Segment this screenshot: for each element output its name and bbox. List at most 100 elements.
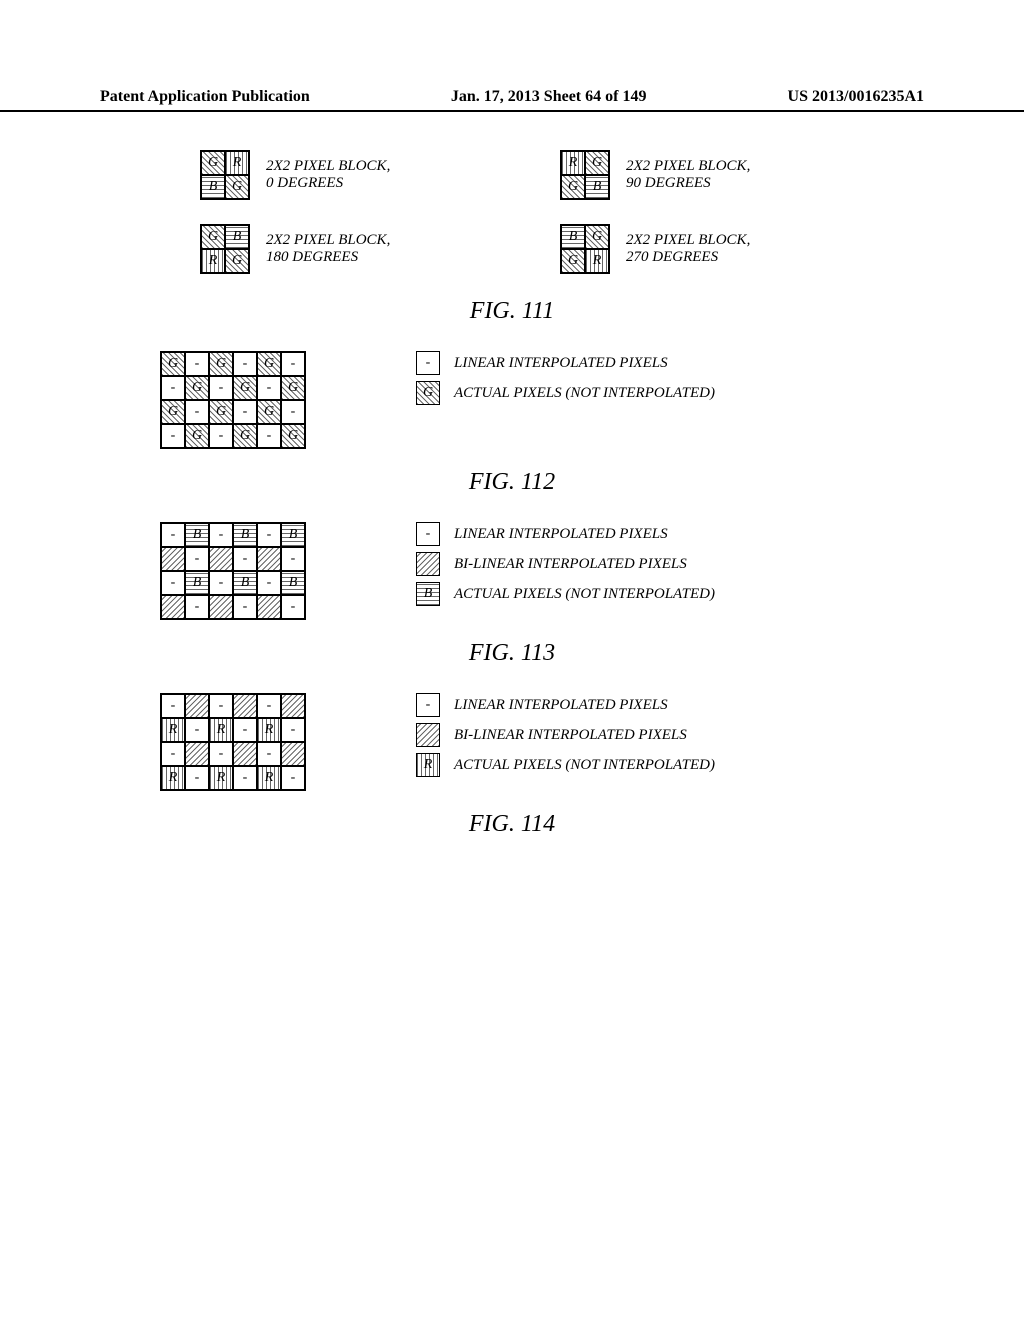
pixel-cell: R bbox=[561, 151, 585, 175]
pixel-cell: G bbox=[201, 151, 225, 175]
pixel-cell: G bbox=[185, 424, 209, 448]
pixel-cell: G bbox=[201, 225, 225, 249]
fig-113-label: FIG. 113 bbox=[60, 640, 964, 667]
pixel-cell: R bbox=[257, 766, 281, 790]
pixel-cell: - bbox=[257, 571, 281, 595]
block-description: 2X2 PIXEL BLOCK,90 DEGREES bbox=[626, 158, 750, 192]
pixel-cell bbox=[257, 547, 281, 571]
pixel-cell: - bbox=[161, 424, 185, 448]
pixel-cell: G bbox=[225, 249, 249, 273]
pixel-cell: B bbox=[585, 175, 609, 199]
block-description: 2X2 PIXEL BLOCK,0 DEGREES bbox=[266, 158, 390, 192]
pixel-cell: B bbox=[281, 571, 305, 595]
fig-112-grid: G-G-G--G-G-GG-G-G--G-G-G bbox=[160, 351, 306, 449]
pixel-cell bbox=[281, 694, 305, 718]
pixel-cell: R bbox=[161, 766, 185, 790]
pixel-cell: - bbox=[233, 718, 257, 742]
pixel-cell: R bbox=[201, 249, 225, 273]
fig-111-item: RGGB 2X2 PIXEL BLOCK,90 DEGREES bbox=[560, 150, 880, 200]
pixel-cell: G bbox=[185, 376, 209, 400]
pixel-cell: - bbox=[233, 400, 257, 424]
pixel-cell: G bbox=[585, 225, 609, 249]
legend-row: R ACTUAL PIXELS (NOT INTERPOLATED) bbox=[416, 753, 715, 777]
pixel-cell: R bbox=[585, 249, 609, 273]
block-description: 2X2 PIXEL BLOCK,180 DEGREES bbox=[266, 232, 390, 266]
legend-text: ACTUAL PIXELS (NOT INTERPOLATED) bbox=[454, 757, 715, 774]
pixel-cell: R bbox=[209, 718, 233, 742]
pixel-cell: - bbox=[161, 523, 185, 547]
pixel-cell: B bbox=[201, 175, 225, 199]
pixel-cell: - bbox=[257, 424, 281, 448]
legend-row: B ACTUAL PIXELS (NOT INTERPOLATED) bbox=[416, 582, 715, 606]
pixel-cell: - bbox=[185, 400, 209, 424]
pixel-cell: - bbox=[281, 766, 305, 790]
legend-text: BI-LINEAR INTERPOLATED PIXELS bbox=[454, 727, 687, 744]
pixel-cell: G bbox=[561, 175, 585, 199]
pixel-cell: - bbox=[233, 352, 257, 376]
pixel-cell: B bbox=[185, 523, 209, 547]
fig-111-label: FIG. 111 bbox=[60, 298, 964, 325]
pixel-cell: - bbox=[209, 694, 233, 718]
legend-swatch: - bbox=[416, 522, 440, 546]
pixel-cell: - bbox=[233, 595, 257, 619]
pixel-cell bbox=[209, 547, 233, 571]
fig-112-legend: -LINEAR INTERPOLATED PIXELSGACTUAL PIXEL… bbox=[416, 351, 715, 411]
pixel-cell: - bbox=[257, 523, 281, 547]
pixel-cell: - bbox=[209, 523, 233, 547]
pixel-cell: B bbox=[233, 571, 257, 595]
header-right: US 2013/0016235A1 bbox=[788, 88, 924, 106]
pixel-cell: G bbox=[233, 424, 257, 448]
pixel-cell: - bbox=[233, 766, 257, 790]
fig-111: GRBG2X2 PIXEL BLOCK,0 DEGREESRGGB2X2 PIX… bbox=[60, 150, 964, 325]
block-description: 2X2 PIXEL BLOCK,270 DEGREES bbox=[626, 232, 750, 266]
pixel-block-2x2: RGGB bbox=[560, 150, 610, 200]
fig-112: G-G-G--G-G-GG-G-G--G-G-G -LINEAR INTERPO… bbox=[60, 351, 964, 496]
pixel-cell bbox=[161, 595, 185, 619]
pixel-cell bbox=[161, 547, 185, 571]
pixel-cell: - bbox=[161, 571, 185, 595]
pixel-cell: - bbox=[185, 595, 209, 619]
pixel-cell bbox=[209, 595, 233, 619]
header-left: Patent Application Publication bbox=[100, 88, 310, 106]
pixel-block-2x2: GRBG bbox=[200, 150, 250, 200]
page-content: GRBG2X2 PIXEL BLOCK,0 DEGREESRGGB2X2 PIX… bbox=[60, 150, 964, 864]
pixel-cell: - bbox=[281, 595, 305, 619]
legend-swatch: B bbox=[416, 582, 440, 606]
pixel-cell: - bbox=[281, 718, 305, 742]
pixel-cell: - bbox=[281, 352, 305, 376]
fig-111-item: GBRG 2X2 PIXEL BLOCK,180 DEGREES bbox=[200, 224, 520, 274]
pixel-cell: - bbox=[233, 547, 257, 571]
pixel-cell bbox=[257, 595, 281, 619]
page-header: Patent Application Publication Jan. 17, … bbox=[0, 88, 1024, 112]
pixel-cell: B bbox=[185, 571, 209, 595]
pixel-cell: - bbox=[185, 766, 209, 790]
legend-swatch: R bbox=[416, 753, 440, 777]
pixel-cell: G bbox=[209, 400, 233, 424]
pixel-cell: G bbox=[257, 352, 281, 376]
legend-text: LINEAR INTERPOLATED PIXELS bbox=[454, 355, 668, 372]
legend-row: -LINEAR INTERPOLATED PIXELS bbox=[416, 522, 715, 546]
pixel-block-2x2: BGGR bbox=[560, 224, 610, 274]
pixel-cell: G bbox=[561, 249, 585, 273]
legend-text: LINEAR INTERPOLATED PIXELS bbox=[454, 526, 668, 543]
pixel-cell: R bbox=[257, 718, 281, 742]
pixel-cell bbox=[185, 694, 209, 718]
pixel-cell bbox=[185, 742, 209, 766]
pixel-block-2x2: GBRG bbox=[200, 224, 250, 274]
pixel-cell: G bbox=[233, 376, 257, 400]
fig-112-label: FIG. 112 bbox=[60, 469, 964, 496]
fig-111-item: GRBG 2X2 PIXEL BLOCK,0 DEGREES bbox=[200, 150, 520, 200]
pixel-cell bbox=[233, 694, 257, 718]
legend-swatch bbox=[416, 723, 440, 747]
pixel-cell: B bbox=[281, 523, 305, 547]
legend-text: ACTUAL PIXELS (NOT INTERPOLATED) bbox=[454, 586, 715, 603]
pixel-cell: - bbox=[257, 694, 281, 718]
fig-114-legend: -LINEAR INTERPOLATED PIXELSBI-LINEAR INT… bbox=[416, 693, 715, 783]
fig-113: -B-B-B----B-B-B--- -LINEAR INTERPOLATED … bbox=[60, 522, 964, 667]
pixel-cell: G bbox=[257, 400, 281, 424]
legend-row: -LINEAR INTERPOLATED PIXELS bbox=[416, 351, 715, 375]
legend-row: BI-LINEAR INTERPOLATED PIXELS bbox=[416, 552, 715, 576]
pixel-cell: B bbox=[233, 523, 257, 547]
pixel-cell: - bbox=[209, 742, 233, 766]
pixel-cell: - bbox=[185, 352, 209, 376]
